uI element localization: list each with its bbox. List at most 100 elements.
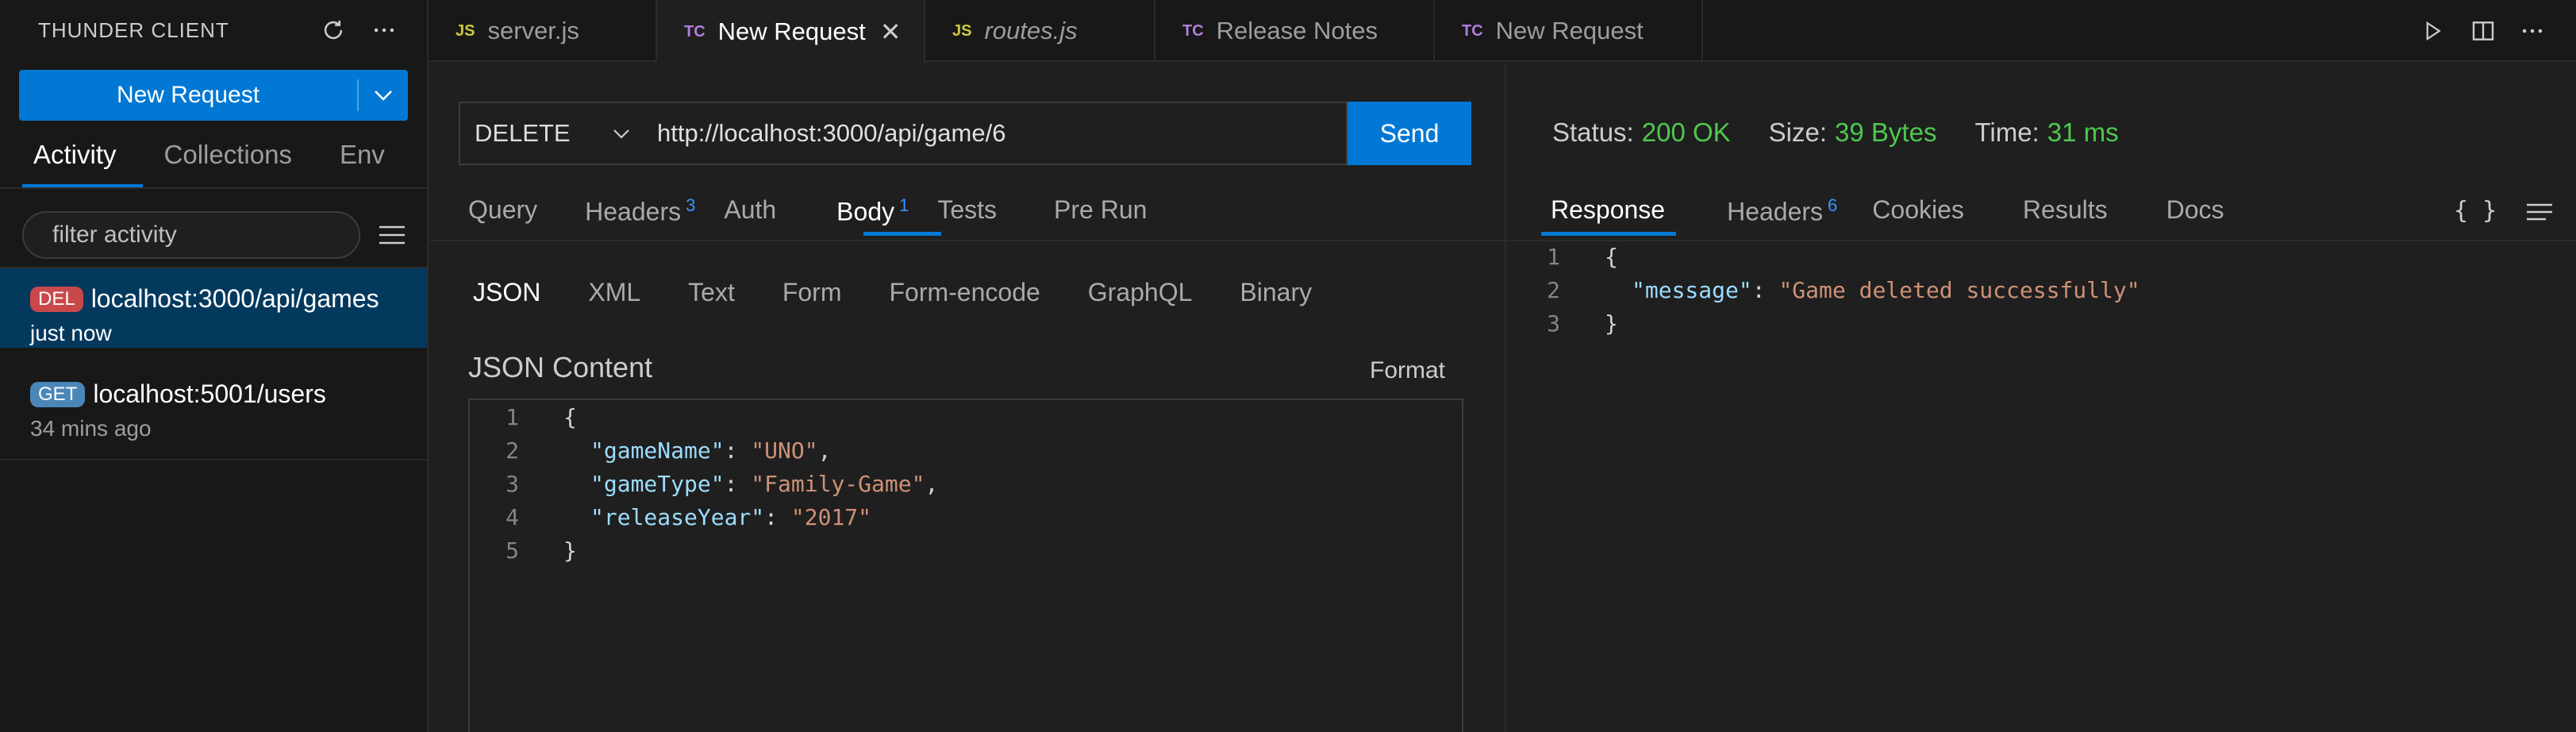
code-text: } — [563, 537, 577, 564]
activity-time: 34 mins ago — [30, 416, 152, 441]
sidebar-title: THUNDER CLIENT — [38, 17, 229, 42]
new-request-group: New Request — [19, 70, 408, 121]
divider — [430, 240, 1505, 241]
line-number: 1 — [506, 403, 519, 430]
lines-menu-icon[interactable] — [2525, 200, 2554, 224]
braces-icon[interactable]: { } — [2454, 197, 2497, 225]
more-actions-icon[interactable] — [2517, 16, 2547, 46]
json-key: "gameType" — [590, 470, 725, 497]
close-icon[interactable]: ✕ — [880, 17, 902, 47]
line-number: 2 — [1547, 276, 1560, 303]
url-input[interactable]: http://localhost:3000/api/game/6 — [644, 102, 1348, 165]
tab-headers[interactable]: Headers 3 — [585, 195, 695, 227]
tab-activity[interactable]: Activity — [33, 140, 117, 170]
code-text: } — [1605, 310, 1618, 337]
response-status-line: Status: 200 OK Size: 39 Bytes Time: 31 m… — [1552, 118, 2119, 148]
tab-binary[interactable]: Binary — [1240, 278, 1312, 307]
tab-body[interactable]: Body 1 — [836, 195, 909, 227]
tab-label: routes.js — [984, 17, 1078, 44]
method-badge: GET — [30, 381, 86, 407]
time-value: 31 ms — [2047, 118, 2119, 147]
tab-docs[interactable]: Docs — [2167, 195, 2224, 227]
tab-form-encode[interactable]: Form-encode — [889, 278, 1040, 307]
code-text: { — [563, 403, 577, 430]
refresh-icon[interactable] — [319, 16, 348, 44]
headers-count: 6 — [1828, 195, 1838, 215]
json-key: "message" — [1632, 276, 1752, 303]
status-value: 200 OK — [1641, 118, 1731, 147]
time-label: Time: — [1974, 118, 2040, 147]
method-badge: DEL — [30, 286, 83, 312]
code-text: { — [1605, 243, 1618, 270]
tab-text[interactable]: Text — [688, 278, 735, 307]
send-button[interactable]: Send — [1348, 102, 1471, 165]
format-button[interactable]: Format — [1370, 357, 1445, 384]
tab-form[interactable]: Form — [782, 278, 842, 307]
list-menu-icon[interactable] — [376, 221, 408, 249]
code-line: 1{ — [470, 400, 577, 433]
tab-response[interactable]: Response — [1551, 195, 1665, 227]
tab-label: server.js — [487, 17, 579, 44]
method-value: DELETE — [475, 119, 571, 147]
code-line: 4 "releaseYear": "2017" — [470, 500, 871, 534]
request-pane: DELETE http://localhost:3000/api/game/6 … — [430, 64, 1505, 732]
activity-url: localhost:5001/users — [93, 379, 326, 408]
chevron-down-icon — [613, 129, 629, 139]
tab-query[interactable]: Query — [468, 195, 537, 227]
json-editor[interactable]: 1{ 2 "gameName": "UNO", 3 "gameType": "Fam… — [468, 399, 1463, 732]
tab-server-js[interactable]: JS server.js — [429, 0, 657, 62]
tab-auth[interactable]: Auth — [724, 195, 776, 227]
more-icon[interactable] — [370, 16, 398, 44]
tab-graphql[interactable]: GraphQL — [1088, 278, 1193, 307]
size-value: 39 Bytes — [1835, 118, 1937, 147]
filter-placeholder: filter activity — [52, 222, 177, 248]
code-line: 3 "gameType": "Family-Game", — [470, 467, 938, 500]
sidebar-tabs: Activity Collections Env — [33, 140, 385, 170]
tab-label: Headers — [1727, 197, 1824, 226]
tab-pre-run[interactable]: Pre Run — [1054, 195, 1147, 227]
json-value: "Family-Game" — [751, 470, 925, 497]
json-value: "UNO" — [751, 437, 818, 464]
json-comma: , — [925, 470, 939, 497]
tab-new-request[interactable]: TC New Request — [1435, 0, 1703, 62]
tab-response-headers[interactable]: Headers 6 — [1727, 195, 1837, 227]
code-line: 1{ — [1506, 240, 1618, 273]
activity-item[interactable]: DEL localhost:3000/api/games just now — [0, 268, 427, 348]
active-tab-indicator — [863, 232, 941, 236]
activity-item[interactable]: GET localhost:5001/users 34 mins ago — [0, 364, 427, 443]
divider — [0, 459, 427, 460]
run-icon[interactable] — [2417, 16, 2447, 46]
method-select[interactable]: DELETE — [459, 102, 646, 165]
body-type-tabs: JSON XML Text Form Form-encode GraphQL B… — [473, 278, 1312, 307]
tab-tests[interactable]: Tests — [937, 195, 997, 227]
filter-activity-input[interactable]: filter activity — [22, 211, 360, 259]
tab-routes-js[interactable]: JS routes.js — [925, 0, 1155, 62]
json-value: "Game deleted successfully" — [1778, 276, 2140, 303]
new-request-dropdown[interactable] — [359, 70, 408, 121]
tab-xml[interactable]: XML — [588, 278, 640, 307]
body-count: 1 — [899, 195, 909, 215]
split-editor-icon[interactable] — [2468, 16, 2498, 46]
tab-new-request-active[interactable]: TC New Request ✕ — [657, 0, 925, 64]
tab-release-notes[interactable]: TC Release Notes — [1155, 0, 1435, 62]
json-colon: : — [764, 503, 791, 530]
tab-json[interactable]: JSON — [473, 278, 540, 307]
line-number: 4 — [506, 503, 519, 530]
tab-env[interactable]: Env — [340, 140, 385, 170]
new-request-button[interactable]: New Request — [19, 70, 357, 121]
json-value: "2017" — [790, 503, 872, 530]
thunder-client-icon: TC — [684, 22, 706, 40]
line-number: 5 — [506, 537, 519, 564]
tab-collections[interactable]: Collections — [164, 140, 292, 170]
tab-cookies[interactable]: Cookies — [1872, 195, 1964, 227]
divider — [0, 187, 429, 189]
response-viewer[interactable]: 1{ 2 "message": "Game deleted successfull… — [1506, 240, 2576, 351]
code-line: 2 "gameName": "UNO", — [470, 433, 831, 467]
request-tabs: Query Headers 3 Auth Body 1 Tests Pre Run — [468, 195, 1147, 227]
json-key: "releaseYear" — [590, 503, 765, 530]
json-comma: , — [817, 437, 832, 464]
tab-label: Headers — [585, 197, 682, 226]
tab-results[interactable]: Results — [2023, 195, 2108, 227]
status-label: Status: — [1552, 118, 1634, 147]
js-file-icon: JS — [952, 21, 972, 40]
